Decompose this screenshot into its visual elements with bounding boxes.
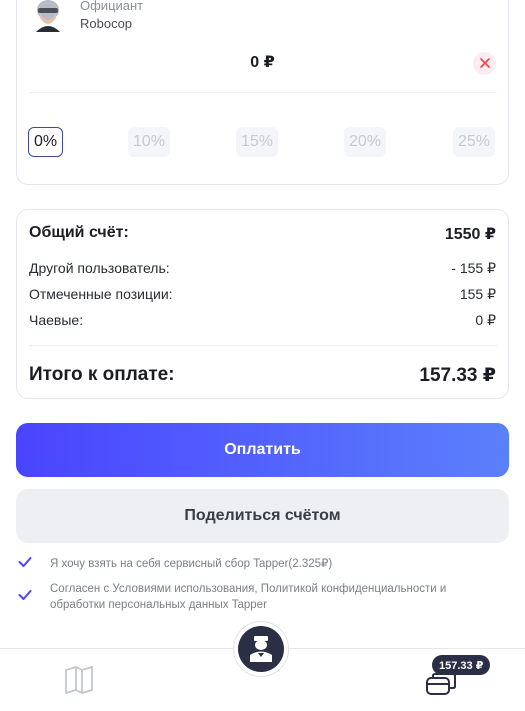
waiter-name: Robocop [80, 16, 133, 31]
clear-tip-button[interactable] [473, 52, 496, 75]
tip-option-25[interactable]: 25% [453, 127, 495, 157]
total-bill-value: 1550 ₽ [444, 226, 496, 243]
to-pay-value: 157.33 ₽ [419, 365, 496, 386]
tip-amount: 0 ₽ [250, 54, 275, 71]
pay-button[interactable]: Оплатить [16, 423, 509, 477]
divider [29, 345, 497, 346]
tip-option-20[interactable]: 20% [344, 127, 386, 157]
cart-total-badge: 157.33 ₽ [432, 655, 491, 675]
robocop-avatar-icon [33, 0, 63, 32]
marked-items-label: Отмеченные позиции: [29, 286, 173, 302]
tip-option-10[interactable]: 10% [128, 127, 170, 157]
other-user-label: Другой пользователь: [29, 260, 170, 276]
divider [29, 92, 497, 93]
book-icon[interactable] [63, 665, 95, 700]
terms-checkbox[interactable] [17, 589, 33, 605]
checkmark-icon [18, 588, 32, 606]
terms-text-line2: обработки персональных данных Tapper [50, 599, 267, 611]
service-fee-text: Я хочу взять на себя сервисный сбор Tapp… [50, 558, 333, 570]
tip-option-15[interactable]: 15% [236, 127, 278, 157]
total-bill-label: Общий счёт: [29, 224, 129, 241]
checkmark-icon [18, 555, 32, 573]
service-fee-checkbox[interactable] [17, 556, 33, 572]
to-pay-label: Итого к оплате: [29, 364, 175, 385]
tip-option-0[interactable]: 0% [28, 127, 63, 157]
tips-value: 0 ₽ [475, 312, 496, 328]
share-bill-button[interactable]: Поделиться счётом [16, 489, 509, 543]
tips-label: Чаевые: [29, 312, 84, 328]
waiter-icon [238, 626, 284, 672]
terms-text-line1: Согласен с Условиями использования, Поли… [50, 583, 447, 595]
close-icon [479, 55, 490, 73]
waiter-role: Официант [80, 0, 144, 13]
waiter-call-button[interactable] [233, 621, 289, 677]
other-user-value: - 155 ₽ [451, 260, 496, 276]
marked-items-value: 155 ₽ [459, 286, 496, 302]
wallet-icon[interactable] [425, 672, 457, 701]
